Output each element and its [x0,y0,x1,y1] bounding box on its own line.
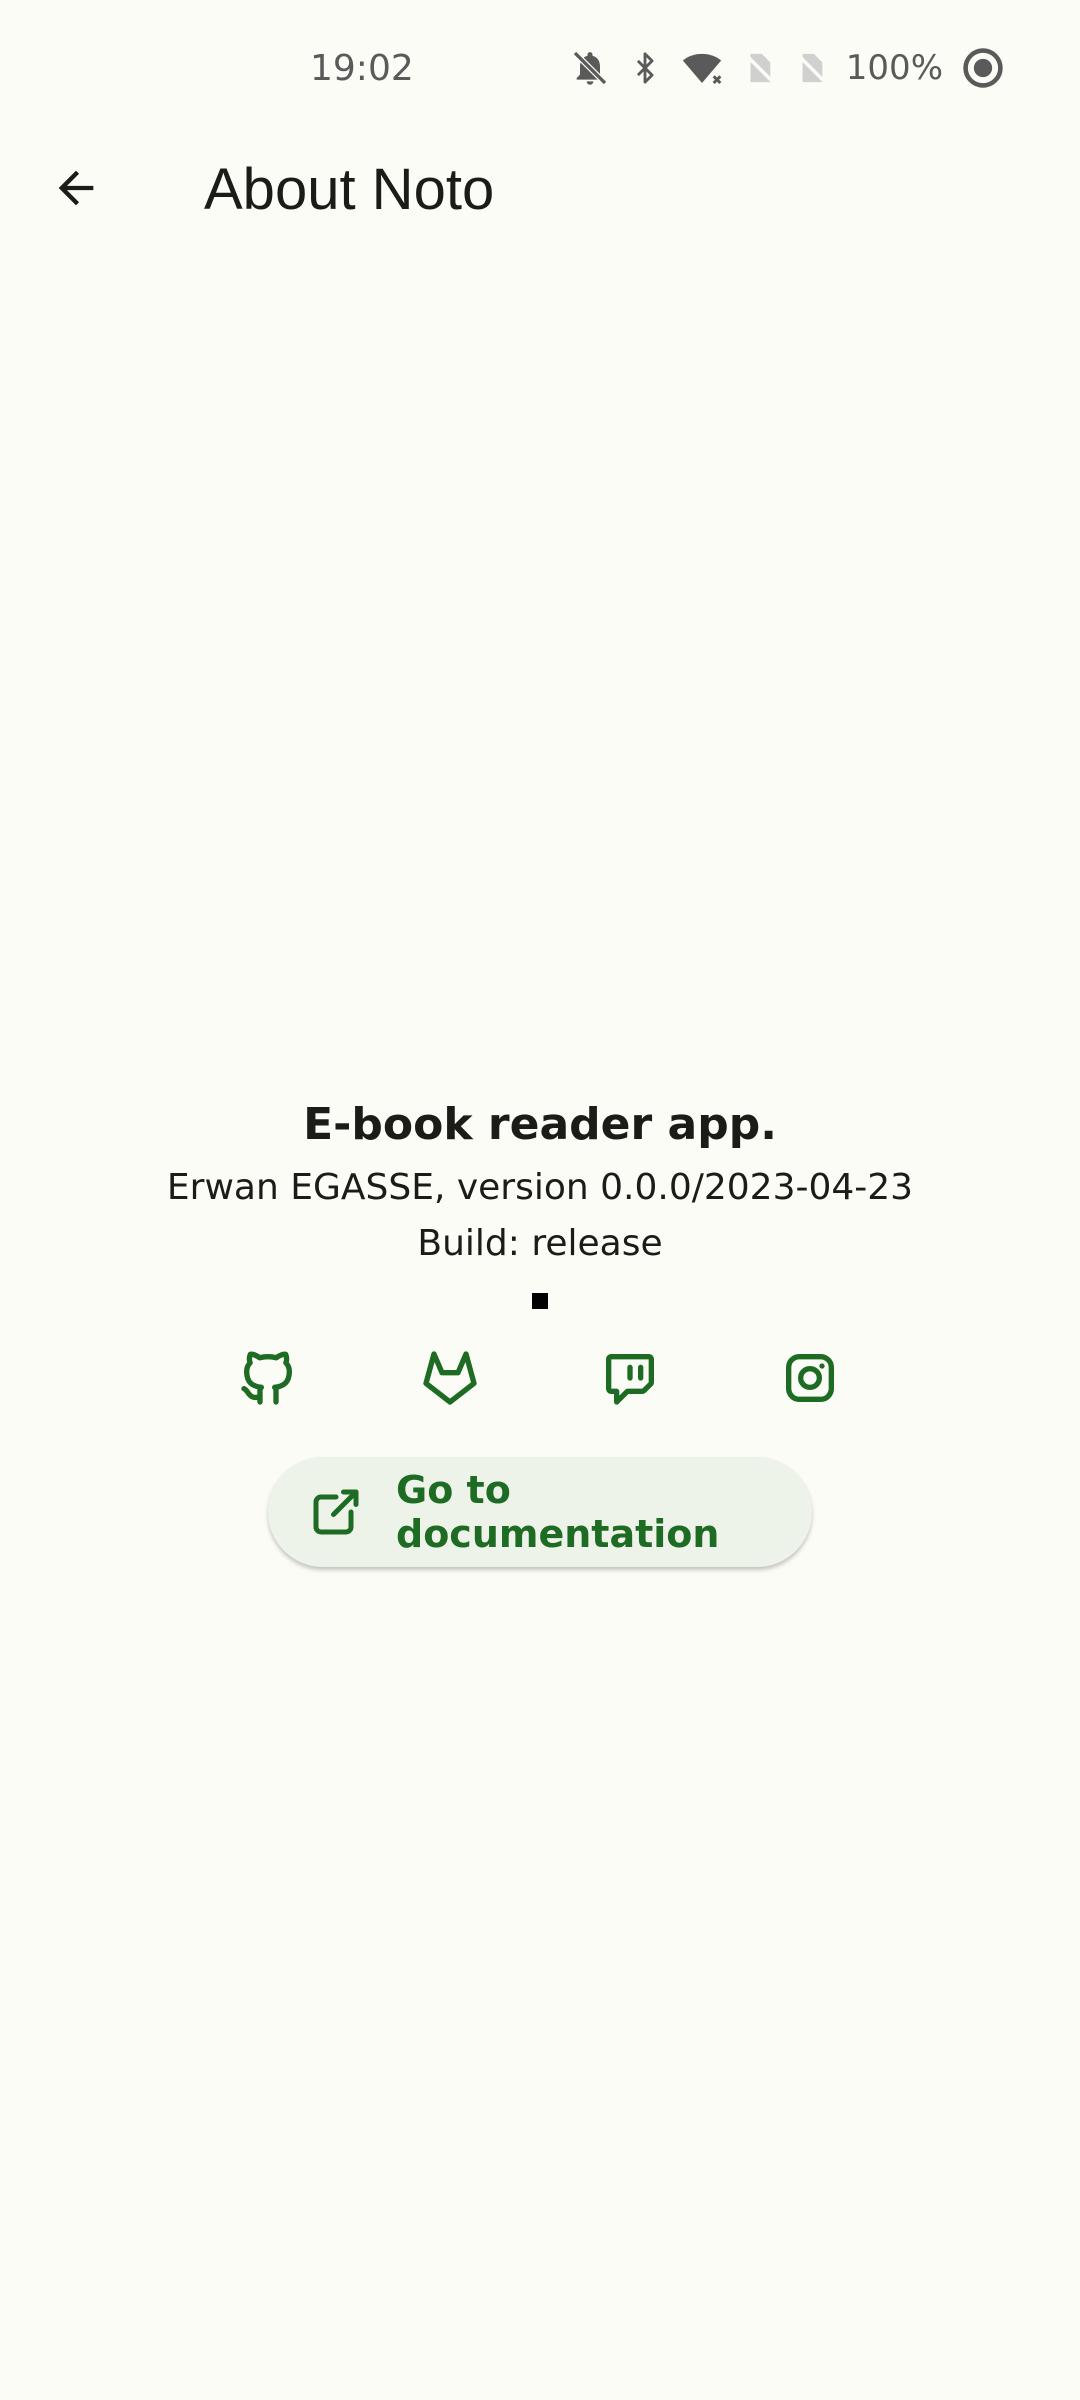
about-section: E-book reader app. Erwan EGASSE, version… [0,1095,1080,1309]
battery-percentage: 100% [845,48,943,88]
page-title: About Noto [204,157,495,222]
github-icon [236,1346,300,1415]
arrow-back-icon [50,162,102,219]
back-button[interactable] [36,150,116,230]
status-bar: 19:02 100% [0,0,1080,140]
twitch-icon [598,1346,662,1415]
no-sim-icon [794,48,828,88]
status-time: 19:02 [310,48,414,89]
status-icons: 100% [570,44,1005,92]
no-sim-icon [742,48,776,88]
author-version: Erwan EGASSE, version 0.0.0/2023-04-23 [166,1167,914,1208]
open-external-icon [306,1482,366,1542]
bluetooth-icon [628,48,662,88]
placeholder-square [532,1293,548,1309]
build-type: Build: release [417,1223,663,1264]
github-link[interactable] [228,1340,308,1420]
social-links [0,1340,1080,1420]
battery-saver-icon [961,46,1005,90]
top-app-bar: About Noto [0,140,1080,240]
go-to-documentation-label: Go to documentation [396,1468,720,1556]
gitlab-icon [418,1346,482,1415]
gitlab-link[interactable] [410,1340,490,1420]
twitch-link[interactable] [590,1340,670,1420]
instagram-link[interactable] [770,1340,850,1420]
instagram-icon [778,1346,842,1415]
notifications-off-icon [570,48,610,88]
wifi-icon [680,48,724,88]
go-to-documentation-button[interactable]: Go to documentation [268,1457,812,1567]
app-description: E-book reader app. [303,1099,777,1150]
